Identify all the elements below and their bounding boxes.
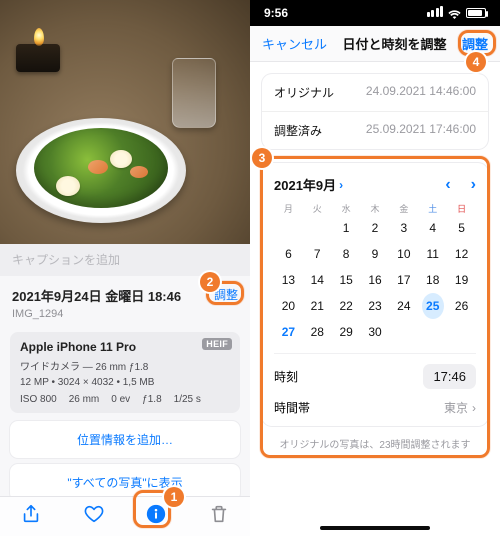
- calendar-day[interactable]: 24: [389, 293, 418, 319]
- caption-input[interactable]: キャプションを追加: [0, 244, 250, 276]
- adjustment-note: オリジナルの写真は、23時間調整されます: [250, 436, 500, 451]
- calendar-day[interactable]: 7: [303, 241, 332, 267]
- done-button[interactable]: 調整: [462, 34, 488, 53]
- exif-row: ISO 800 26 mm 0 ev ƒ1.8 1/25 s: [20, 394, 230, 405]
- calendar-day[interactable]: 19: [447, 267, 476, 293]
- calendar-day[interactable]: 9: [361, 241, 390, 267]
- wifi-icon: [447, 8, 462, 19]
- adjusted-value: 25.09.2021 17:46:00: [366, 122, 476, 139]
- original-label: オリジナル: [274, 84, 334, 101]
- navbar: キャンセル 日付と時刻を調整 調整: [250, 26, 500, 62]
- calendar-day[interactable]: 3: [389, 215, 418, 241]
- annotation-badge-2: 2: [200, 272, 220, 292]
- calendar-day[interactable]: 23: [361, 293, 390, 319]
- calendar-card: 2021年9月 › ‹ › 月火水木金土日 123456789101112131…: [262, 163, 488, 426]
- calendar-day: [303, 215, 332, 241]
- calendar-day[interactable]: 20: [274, 293, 303, 319]
- heif-badge: HEIF: [202, 338, 232, 350]
- home-indicator: [320, 526, 430, 530]
- photo-preview[interactable]: [0, 0, 250, 244]
- calendar-day[interactable]: 17: [389, 267, 418, 293]
- chevron-right-icon: ›: [472, 401, 476, 415]
- datetime-info-card: オリジナル 24.09.2021 14:46:00 調整済み 25.09.202…: [262, 74, 488, 149]
- adjust-button[interactable]: 調整: [214, 286, 238, 303]
- photo-info-screen: キャプションを追加 2021年9月24日 金曜日 18:46 IMG_1294 …: [0, 0, 250, 536]
- calendar-day: [274, 215, 303, 241]
- calendar-day[interactable]: 14: [303, 267, 332, 293]
- calendar-day[interactable]: 30: [361, 319, 390, 345]
- weekday-header: 月火水木金土日: [274, 202, 476, 215]
- calendar-day: [418, 319, 447, 345]
- device-name: Apple iPhone 11 Pro: [20, 340, 230, 354]
- time-picker[interactable]: 17:46: [423, 364, 476, 389]
- calendar-day[interactable]: 10: [389, 241, 418, 267]
- calendar-day: [447, 319, 476, 345]
- calendar-day[interactable]: 6: [274, 241, 303, 267]
- calendar-day[interactable]: 5: [447, 215, 476, 241]
- battery-icon: [466, 8, 486, 18]
- timezone-picker[interactable]: 東京 ›: [444, 399, 476, 416]
- lens-line: ワイドカメラ — 26 mm ƒ1.8: [20, 358, 230, 373]
- resolution-line: 12 MP • 3024 × 4032 • 1,5 MB: [20, 377, 230, 388]
- original-value: 24.09.2021 14:46:00: [366, 84, 476, 101]
- calendar-day[interactable]: 1: [332, 215, 361, 241]
- status-bar: 9:56: [250, 0, 500, 26]
- status-icons: [425, 6, 486, 20]
- calendar-day[interactable]: 25: [418, 293, 447, 319]
- calendar-day[interactable]: 29: [332, 319, 361, 345]
- calendar-day[interactable]: 12: [447, 241, 476, 267]
- annotation-badge-1: 1: [164, 487, 184, 507]
- navbar-title: 日付と時刻を調整: [342, 34, 446, 53]
- time-label: 時刻: [274, 368, 298, 385]
- month-picker[interactable]: 2021年9月 ›: [274, 175, 343, 194]
- calendar-day[interactable]: 15: [332, 267, 361, 293]
- annotation-badge-4: 4: [466, 52, 486, 72]
- calendar-grid: 1234567891011121314151617181920212223242…: [274, 215, 476, 345]
- calendar-day[interactable]: 11: [418, 241, 447, 267]
- metadata-card: Apple iPhone 11 Pro HEIF ワイドカメラ — 26 mm …: [10, 332, 240, 413]
- delete-icon[interactable]: [208, 503, 230, 530]
- chevron-right-icon: ›: [339, 178, 343, 192]
- image-id: IMG_1294: [12, 308, 238, 320]
- calendar-day[interactable]: 16: [361, 267, 390, 293]
- calendar-day[interactable]: 4: [418, 215, 447, 241]
- calendar-day[interactable]: 8: [332, 241, 361, 267]
- calendar-day[interactable]: 26: [447, 293, 476, 319]
- share-icon[interactable]: [20, 503, 42, 530]
- add-location-button[interactable]: 位置情報を追加…: [10, 421, 240, 458]
- calendar-day[interactable]: 18: [418, 267, 447, 293]
- calendar-day[interactable]: 21: [303, 293, 332, 319]
- calendar-day[interactable]: 13: [274, 267, 303, 293]
- calendar-day: [389, 319, 418, 345]
- signal-icon: [425, 6, 443, 20]
- annotation-badge-3: 3: [252, 148, 272, 168]
- bottom-toolbar: [0, 496, 250, 536]
- status-time: 9:56: [264, 6, 288, 20]
- timezone-label: 時間帯: [274, 399, 310, 416]
- info-icon[interactable]: [145, 503, 167, 530]
- calendar-day[interactable]: 2: [361, 215, 390, 241]
- calendar-day[interactable]: 22: [332, 293, 361, 319]
- adjusted-label: 調整済み: [274, 122, 322, 139]
- calendar-day[interactable]: 28: [303, 319, 332, 345]
- cancel-button[interactable]: キャンセル: [262, 34, 327, 53]
- next-month-button[interactable]: ›: [471, 176, 476, 194]
- prev-month-button[interactable]: ‹: [445, 176, 450, 194]
- calendar-day[interactable]: 27: [274, 319, 303, 345]
- adjust-datetime-screen: 9:56 キャンセル 日付と時刻を調整 調整 オリジナル 24.09.2021 …: [250, 0, 500, 536]
- favorite-icon[interactable]: [83, 503, 105, 530]
